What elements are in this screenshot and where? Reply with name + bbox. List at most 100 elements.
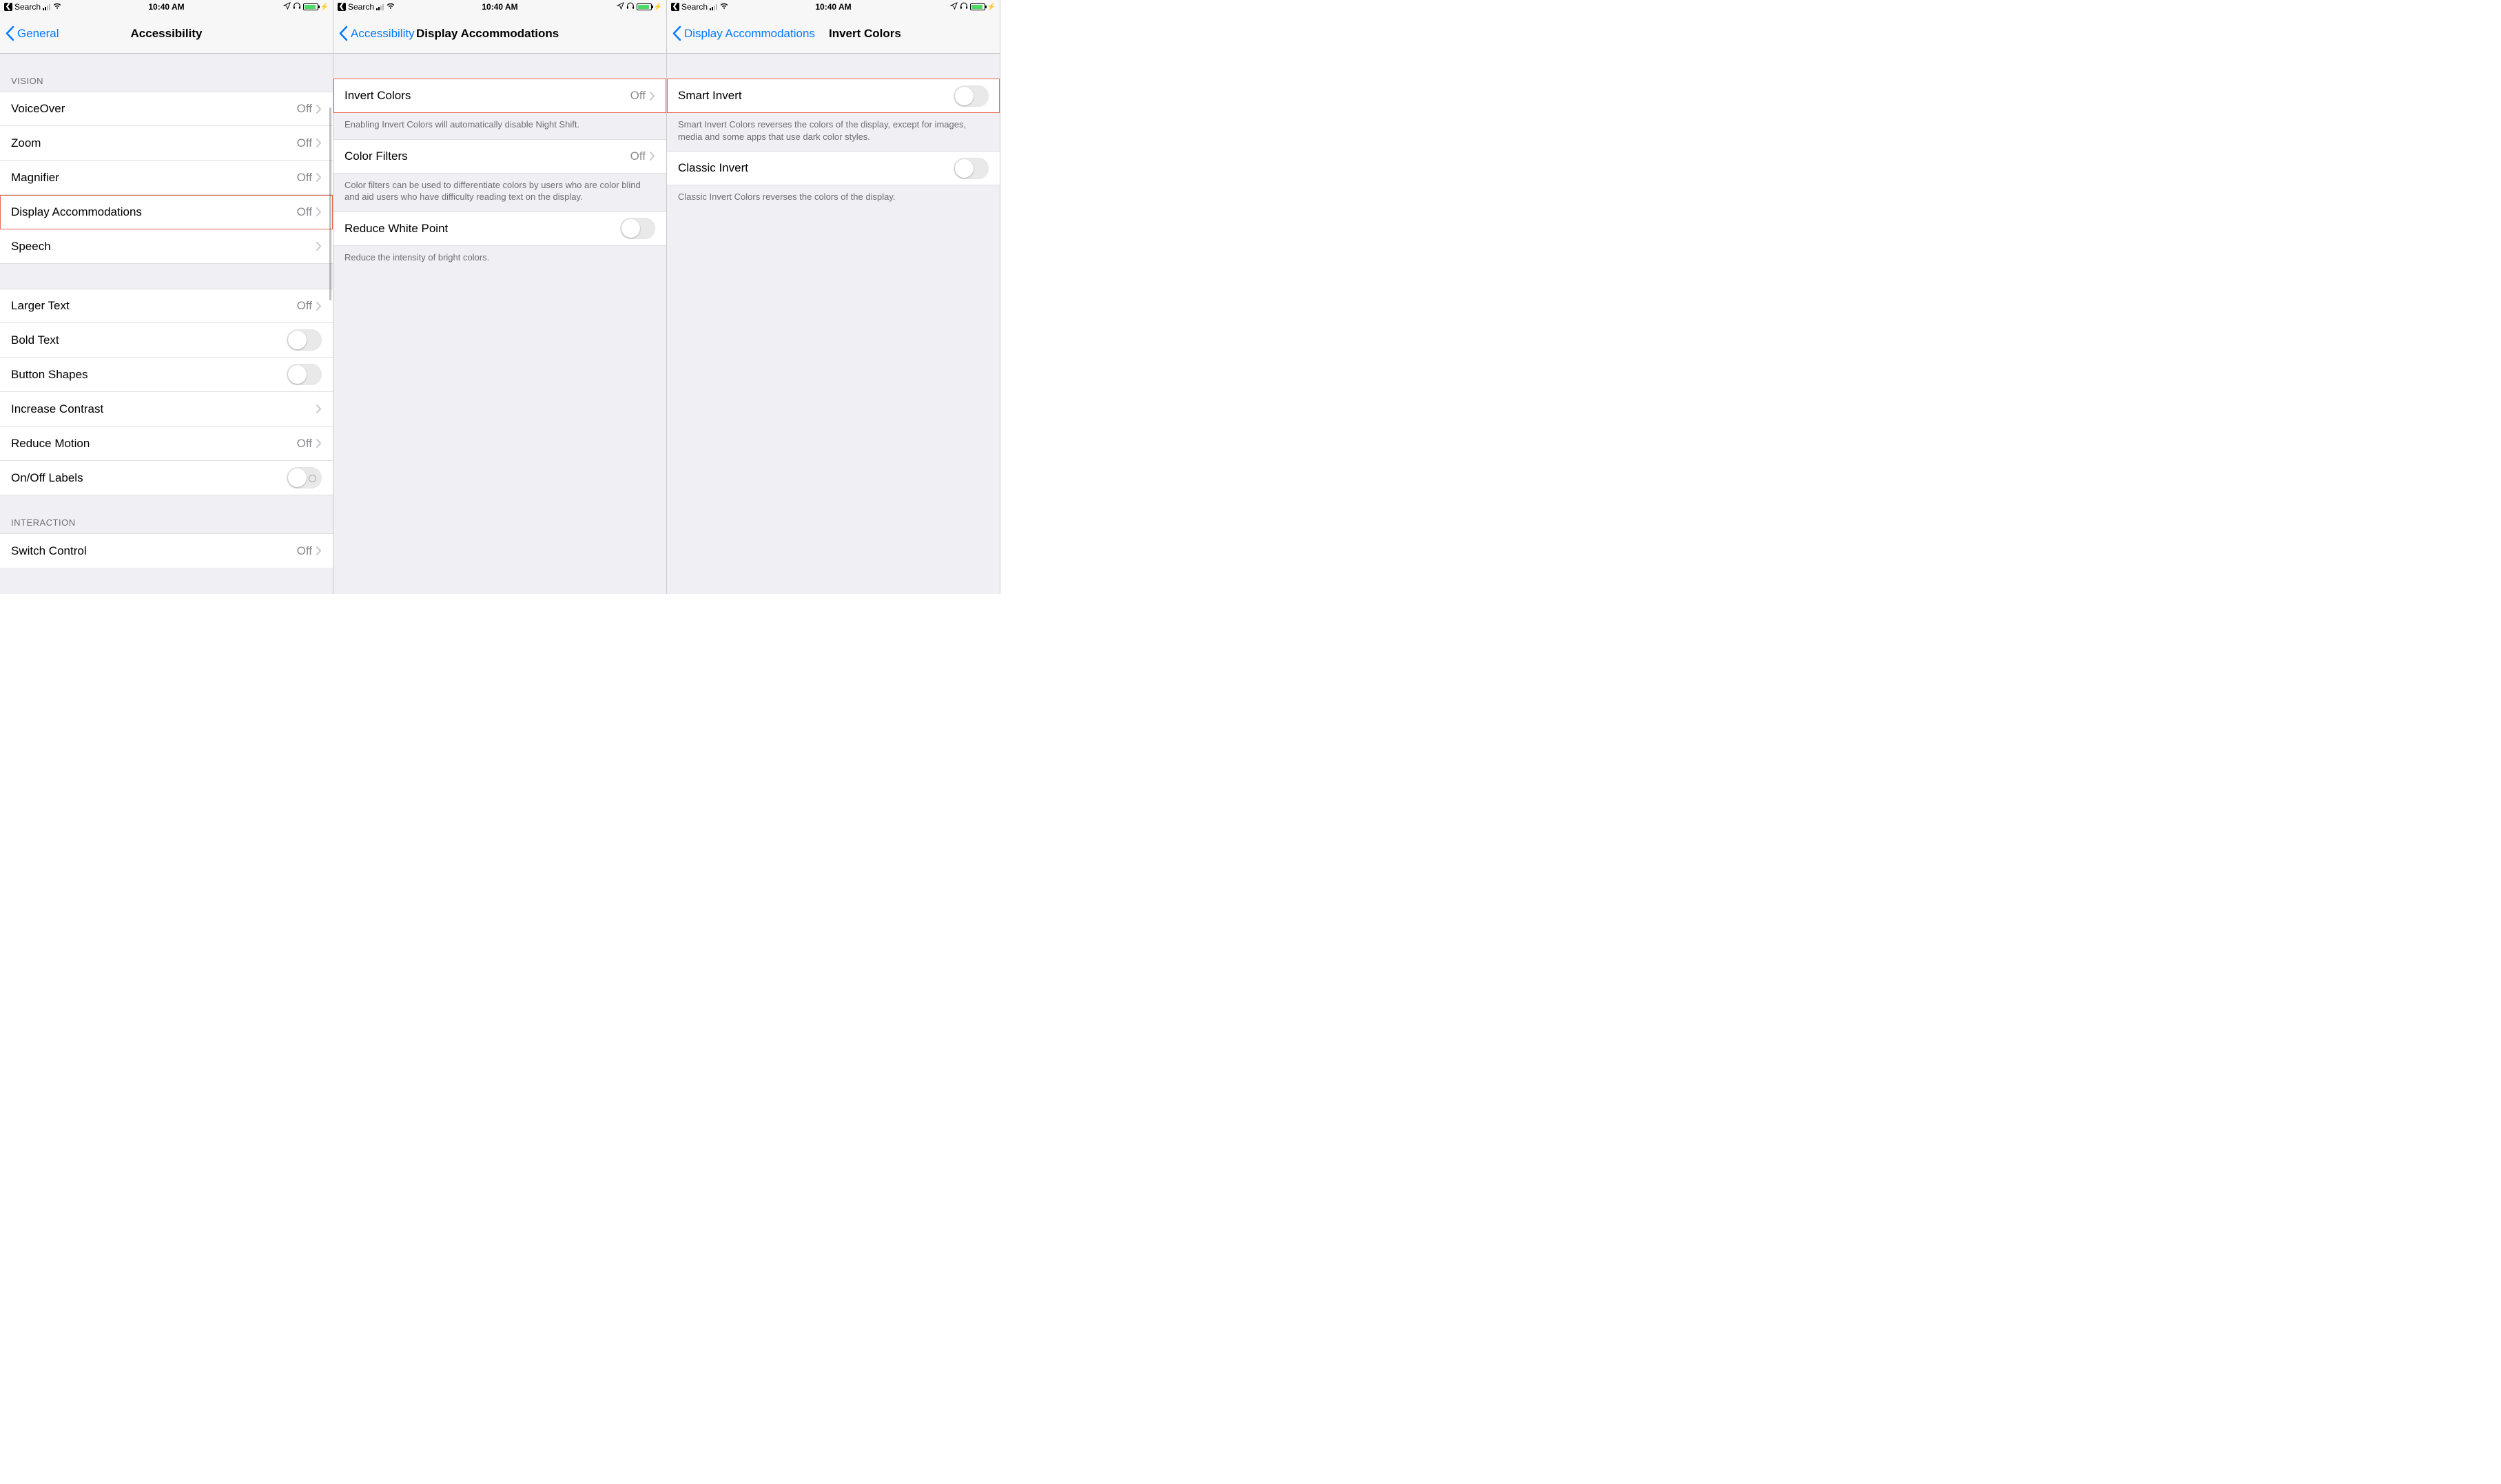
back-to-app-icon[interactable]: ❮ bbox=[4, 3, 12, 11]
chevron-right-icon bbox=[316, 207, 322, 216]
cell-speech[interactable]: Speech bbox=[0, 229, 333, 264]
cell-value: Off bbox=[297, 437, 312, 451]
cell-smart-invert[interactable]: Smart Invert bbox=[667, 79, 1000, 113]
back-button[interactable]: Accessibility bbox=[339, 26, 415, 41]
cell-reduce-motion[interactable]: Reduce Motion Off bbox=[0, 426, 333, 461]
chevron-left-icon bbox=[339, 26, 348, 41]
cell-display-accommodations[interactable]: Display Accommodations Off bbox=[0, 195, 333, 229]
battery-icon bbox=[637, 3, 652, 10]
screen-display-accommodations: ❮ Search 10:40 AM ⚡ Accessibility Displa… bbox=[333, 0, 667, 594]
group-header-interaction: INTERACTION bbox=[0, 495, 333, 533]
location-icon bbox=[617, 2, 624, 12]
cell-value: Off bbox=[297, 171, 312, 185]
back-button[interactable]: General bbox=[6, 26, 59, 41]
cell-label: Display Accommodations bbox=[11, 205, 297, 219]
toggle-button-shapes[interactable] bbox=[287, 364, 322, 385]
cell-onoff-labels[interactable]: On/Off Labels bbox=[0, 461, 333, 495]
back-to-app-label[interactable]: Search bbox=[681, 2, 708, 12]
toggle-smart-invert[interactable] bbox=[954, 85, 989, 107]
cell-label: Classic Invert bbox=[678, 161, 954, 175]
back-to-app-label[interactable]: Search bbox=[348, 2, 374, 12]
cell-label: Button Shapes bbox=[11, 368, 287, 382]
cell-label: Color Filters bbox=[344, 150, 630, 163]
cell-value: Off bbox=[630, 150, 646, 163]
cell-voiceover[interactable]: VoiceOver Off bbox=[0, 92, 333, 126]
screen-accessibility: ❮ Search 10:40 AM ⚡ General Accessibilit… bbox=[0, 0, 333, 594]
cellular-signal-icon bbox=[710, 3, 717, 10]
chevron-right-icon bbox=[650, 92, 655, 101]
cell-label: Magnifier bbox=[11, 171, 297, 185]
chevron-right-icon bbox=[316, 546, 322, 555]
charging-icon: ⚡ bbox=[987, 3, 996, 11]
footer-classic-invert: Classic Invert Colors reverses the color… bbox=[667, 185, 1000, 212]
section-gap bbox=[0, 264, 333, 289]
back-label: General bbox=[17, 27, 59, 41]
cell-label: Smart Invert bbox=[678, 89, 954, 103]
settings-content: Invert Colors Off Enabling Invert Colors… bbox=[333, 54, 666, 594]
chevron-left-icon bbox=[6, 26, 14, 41]
footer-invert: Enabling Invert Colors will automaticall… bbox=[333, 113, 666, 139]
top-spacer bbox=[667, 54, 1000, 79]
footer-smart-invert: Smart Invert Colors reverses the colors … bbox=[667, 113, 1000, 151]
cell-value: Off bbox=[297, 136, 312, 150]
toggle-onoff-labels[interactable] bbox=[287, 467, 322, 488]
charging-icon: ⚡ bbox=[320, 3, 329, 11]
cell-value: Off bbox=[297, 205, 312, 219]
scroll-area[interactable]: Smart Invert Smart Invert Colors reverse… bbox=[667, 54, 1000, 594]
cell-label: Larger Text bbox=[11, 299, 297, 313]
chevron-right-icon bbox=[316, 173, 322, 182]
back-label: Accessibility bbox=[351, 27, 415, 41]
cell-switch-control[interactable]: Switch Control Off bbox=[0, 533, 333, 568]
cell-value: Off bbox=[297, 102, 312, 116]
settings-content: VISION VoiceOver Off Zoom Off Magnifier … bbox=[0, 54, 333, 594]
cell-button-shapes[interactable]: Button Shapes bbox=[0, 358, 333, 392]
footer-filters: Color filters can be used to differentia… bbox=[333, 174, 666, 212]
toggle-reduce-white-point[interactable] bbox=[620, 218, 655, 239]
cell-label: VoiceOver bbox=[11, 102, 297, 116]
scroll-area[interactable]: Invert Colors Off Enabling Invert Colors… bbox=[333, 54, 666, 594]
nav-bar: Accessibility Display Accommodations bbox=[333, 14, 666, 54]
status-bar: ❮ Search 10:40 AM ⚡ bbox=[333, 0, 666, 14]
status-bar: ❮ Search 10:40 AM ⚡ bbox=[667, 0, 1000, 14]
cell-classic-invert[interactable]: Classic Invert bbox=[667, 151, 1000, 185]
cellular-signal-icon bbox=[376, 3, 384, 10]
location-icon bbox=[950, 2, 958, 12]
back-label: Display Accommodations bbox=[684, 27, 815, 41]
back-to-app-icon[interactable]: ❮ bbox=[671, 3, 679, 11]
cell-value: Off bbox=[630, 89, 646, 103]
cell-invert-colors[interactable]: Invert Colors Off bbox=[333, 79, 666, 113]
cell-label: Speech bbox=[11, 240, 316, 254]
cell-color-filters[interactable]: Color Filters Off bbox=[333, 139, 666, 174]
nav-bar: Display Accommodations Invert Colors bbox=[667, 14, 1000, 54]
toggle-bold-text[interactable] bbox=[287, 329, 322, 351]
wifi-icon bbox=[386, 2, 395, 12]
wifi-icon bbox=[719, 2, 729, 12]
chevron-right-icon bbox=[316, 302, 322, 311]
battery-icon bbox=[303, 3, 318, 10]
back-to-app-label[interactable]: Search bbox=[14, 2, 41, 12]
chevron-right-icon bbox=[316, 242, 322, 251]
cell-bold-text[interactable]: Bold Text bbox=[0, 323, 333, 358]
cell-increase-contrast[interactable]: Increase Contrast bbox=[0, 392, 333, 426]
chevron-right-icon bbox=[316, 439, 322, 448]
cell-reduce-white-point[interactable]: Reduce White Point bbox=[333, 212, 666, 246]
toggle-classic-invert[interactable] bbox=[954, 158, 989, 179]
charging-icon: ⚡ bbox=[654, 3, 662, 11]
cell-label: Zoom bbox=[11, 136, 297, 150]
scroll-area[interactable]: VISION VoiceOver Off Zoom Off Magnifier … bbox=[0, 54, 333, 594]
back-to-app-icon[interactable]: ❮ bbox=[338, 3, 346, 11]
cell-zoom[interactable]: Zoom Off bbox=[0, 126, 333, 161]
headphones-icon bbox=[626, 2, 635, 12]
chevron-left-icon bbox=[672, 26, 681, 41]
cell-magnifier[interactable]: Magnifier Off bbox=[0, 161, 333, 195]
cellular-signal-icon bbox=[43, 3, 50, 10]
headphones-icon bbox=[293, 2, 301, 12]
wifi-icon bbox=[52, 2, 62, 12]
back-button[interactable]: Display Accommodations bbox=[672, 26, 815, 41]
cell-larger-text[interactable]: Larger Text Off bbox=[0, 289, 333, 323]
cell-label: Invert Colors bbox=[344, 89, 630, 103]
nav-bar: General Accessibility bbox=[0, 14, 333, 54]
status-bar: ❮ Search 10:40 AM ⚡ bbox=[0, 0, 333, 14]
cell-label: Reduce White Point bbox=[344, 222, 620, 236]
cell-label: Increase Contrast bbox=[11, 402, 316, 416]
